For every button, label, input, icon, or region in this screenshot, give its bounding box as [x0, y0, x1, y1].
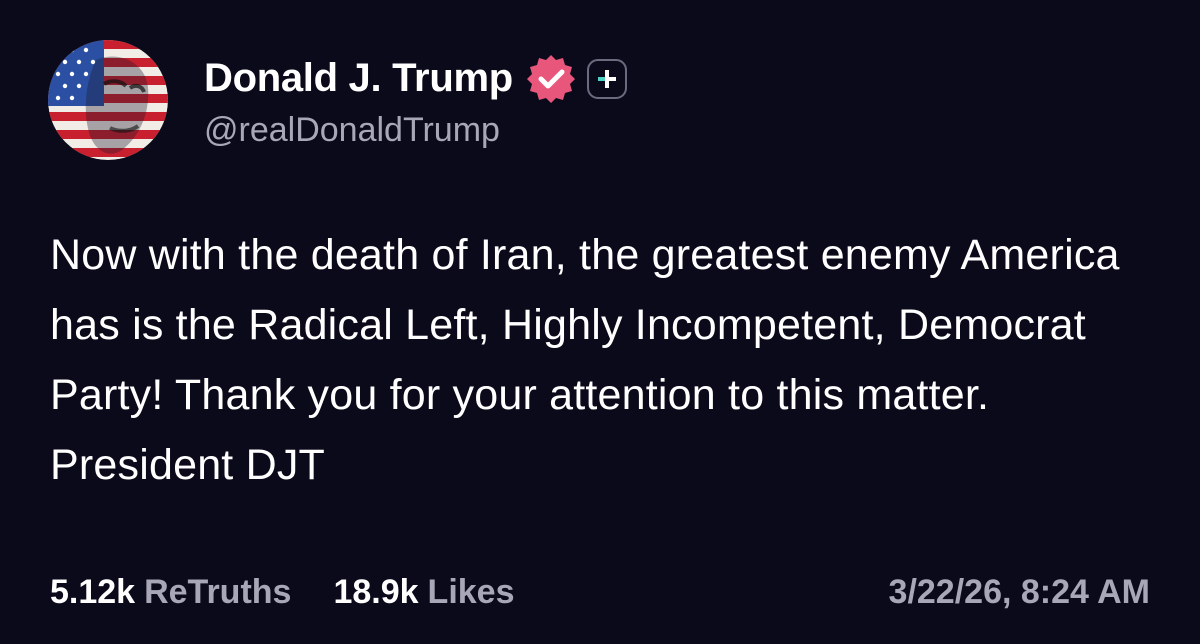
- name-row: Donald J. Trump: [204, 51, 627, 107]
- flag-portrait-icon: [48, 40, 168, 160]
- author-handle[interactable]: @realDonaldTrump: [204, 111, 627, 150]
- likes-label: Likes: [427, 572, 515, 611]
- author-identity: Donald J. Trump @realDonaldTrump: [204, 40, 627, 160]
- post-header: Donald J. Trump @realDonaldTrump: [48, 40, 627, 160]
- likes-count: 18.9k: [333, 572, 419, 611]
- truth-post: Donald J. Trump @realDonaldTrump Now wit…: [0, 0, 1200, 644]
- retruths-stat[interactable]: 5.12k ReTruths: [50, 573, 291, 612]
- avatar[interactable]: [48, 40, 168, 160]
- likes-stat[interactable]: 18.9k Likes: [333, 573, 514, 612]
- post-timestamp[interactable]: 3/22/26, 8:24 AM: [889, 573, 1150, 612]
- retruths-label: ReTruths: [144, 572, 292, 611]
- post-footer: 5.12k ReTruths 18.9k Likes 3/22/26, 8:24…: [50, 566, 1150, 618]
- plus-badge-icon: [586, 58, 627, 99]
- retruths-count: 5.12k: [50, 572, 136, 611]
- display-name[interactable]: Donald J. Trump: [204, 56, 513, 101]
- verified-badge-icon: [525, 53, 577, 105]
- post-text: Now with the death of Iran, the greatest…: [50, 231, 1120, 489]
